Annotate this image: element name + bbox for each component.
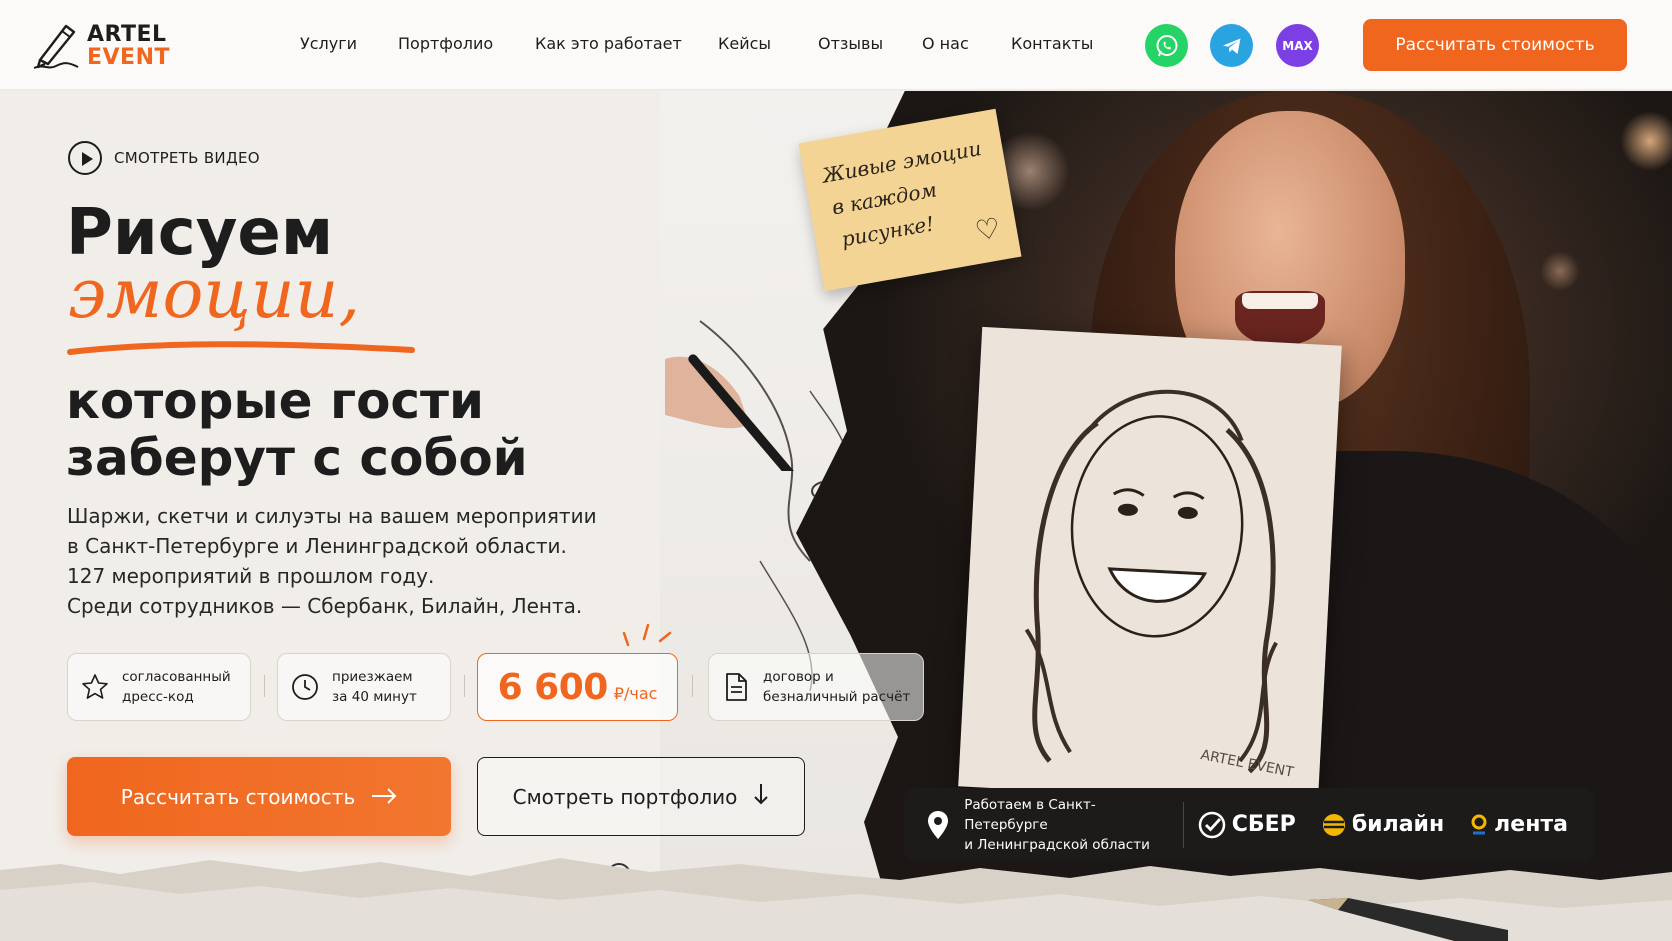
price-badge: 6 600 ₽/час [477,653,678,721]
beeline-stripes-icon [1322,813,1345,836]
nav-item-cases[interactable]: Кейсы [718,34,771,53]
document-icon [719,670,753,704]
feature-arrival: приезжаем за 40 минут [277,653,451,721]
caricature-sketch: ARTEL EVENT [958,326,1342,806]
lenta-icon [1471,814,1487,834]
feature-text: договор и [763,669,834,685]
feature-text: согласованный [122,669,231,685]
telegram-button[interactable] [1210,24,1253,67]
hero-title-accent: эмоции, [68,255,361,334]
pencil-decor-icon [1308,898,1508,941]
hero-title-line-3: которые гости [66,372,485,430]
max-messenger-button[interactable]: MAX [1276,24,1319,67]
arrow-right-icon [371,785,397,809]
lead-line: 127 мероприятий в прошлом году. [67,564,435,588]
sber-check-icon [1198,811,1225,838]
nav-item-about[interactable]: О нас [922,34,969,53]
nav-item-portfolio[interactable]: Портфолио [398,34,493,53]
price-value: 6 600 [497,666,609,708]
logo[interactable]: ARTEL EVENT [32,20,172,72]
calc-cost-label: Рассчитать стоимость [120,784,356,809]
spark-lines [622,623,672,647]
feature-text: дресс-код [122,689,194,705]
logo-word-event: EVENT [87,45,171,70]
feature-text: за 40 минут [332,689,417,705]
telegram-icon [1222,38,1240,54]
feature-contract: договор и безналичный расчёт [708,653,924,721]
region-text-2: и Ленинградской области [964,836,1150,853]
client-logo-lenta: лента [1470,812,1568,837]
hero-lead: Шаржи, скетчи и силуэты на вашем меропри… [67,501,627,621]
whatsapp-icon [1156,34,1177,56]
location-pin-icon [926,810,950,840]
lead-line: Шаржи, скетчи и силуэты на вашем меропри… [67,504,597,528]
star-icon [78,670,112,704]
watch-video-link[interactable]: СМОТРЕТЬ ВИДЕО [68,141,260,175]
max-label: MAX [1282,38,1313,53]
site-header: ARTEL EVENT Услуги Портфолио Как это раб… [0,0,1672,90]
watch-video-label: СМОТРЕТЬ ВИДЕО [114,149,260,167]
region-text-1: Работаем в Санкт-Петербурге [964,796,1096,833]
price-unit: ₽/час [613,683,658,703]
pencil-logo-icon [33,24,79,69]
view-portfolio-button[interactable]: Смотреть портфолио [477,757,805,836]
arrow-down-icon [753,783,769,810]
lead-line: Среди сотрудников — Сбербанк, Билайн, Ле… [67,594,583,618]
view-portfolio-label: Смотреть портфолио [512,784,738,809]
feature-text: приезжаем [332,669,413,685]
clients-bar: Работаем в Санкт-Петербурге и Ленинградс… [904,788,1594,861]
clock-icon [288,670,322,704]
client-logo-sber: СБЕР [1198,811,1296,839]
header-calc-button[interactable]: Рассчитать стоимость [1363,19,1627,71]
logo-word-artel: ARTEL [87,22,167,47]
lead-line: в Санкт-Петербурге и Ленинградской облас… [67,534,567,558]
nav-item-how-it-works[interactable]: Как это работает [535,34,682,53]
brush-underline [67,341,415,355]
whatsapp-button[interactable] [1145,24,1188,67]
hero-section: СМОТРЕТЬ ВИДЕО Рисуем эмоции, которые го… [0,91,924,941]
nav-item-reviews[interactable]: Отзывы [818,34,883,53]
feature-text: безналичный расчёт [763,689,911,705]
nav-item-contacts[interactable]: Контакты [1011,34,1093,53]
play-icon [68,141,102,175]
hero-title-line-4: заберут с собой [66,429,528,487]
heart-icon: ♡ [972,211,1003,248]
hero-title-rest: которые гости заберут с собой [66,373,666,487]
feature-dress-code: согласованный дресс-код [67,653,251,721]
calc-cost-button[interactable]: Рассчитать стоимость [67,757,451,836]
nav-item-services[interactable]: Услуги [300,34,357,53]
client-logo-beeline: билайн [1322,812,1444,837]
